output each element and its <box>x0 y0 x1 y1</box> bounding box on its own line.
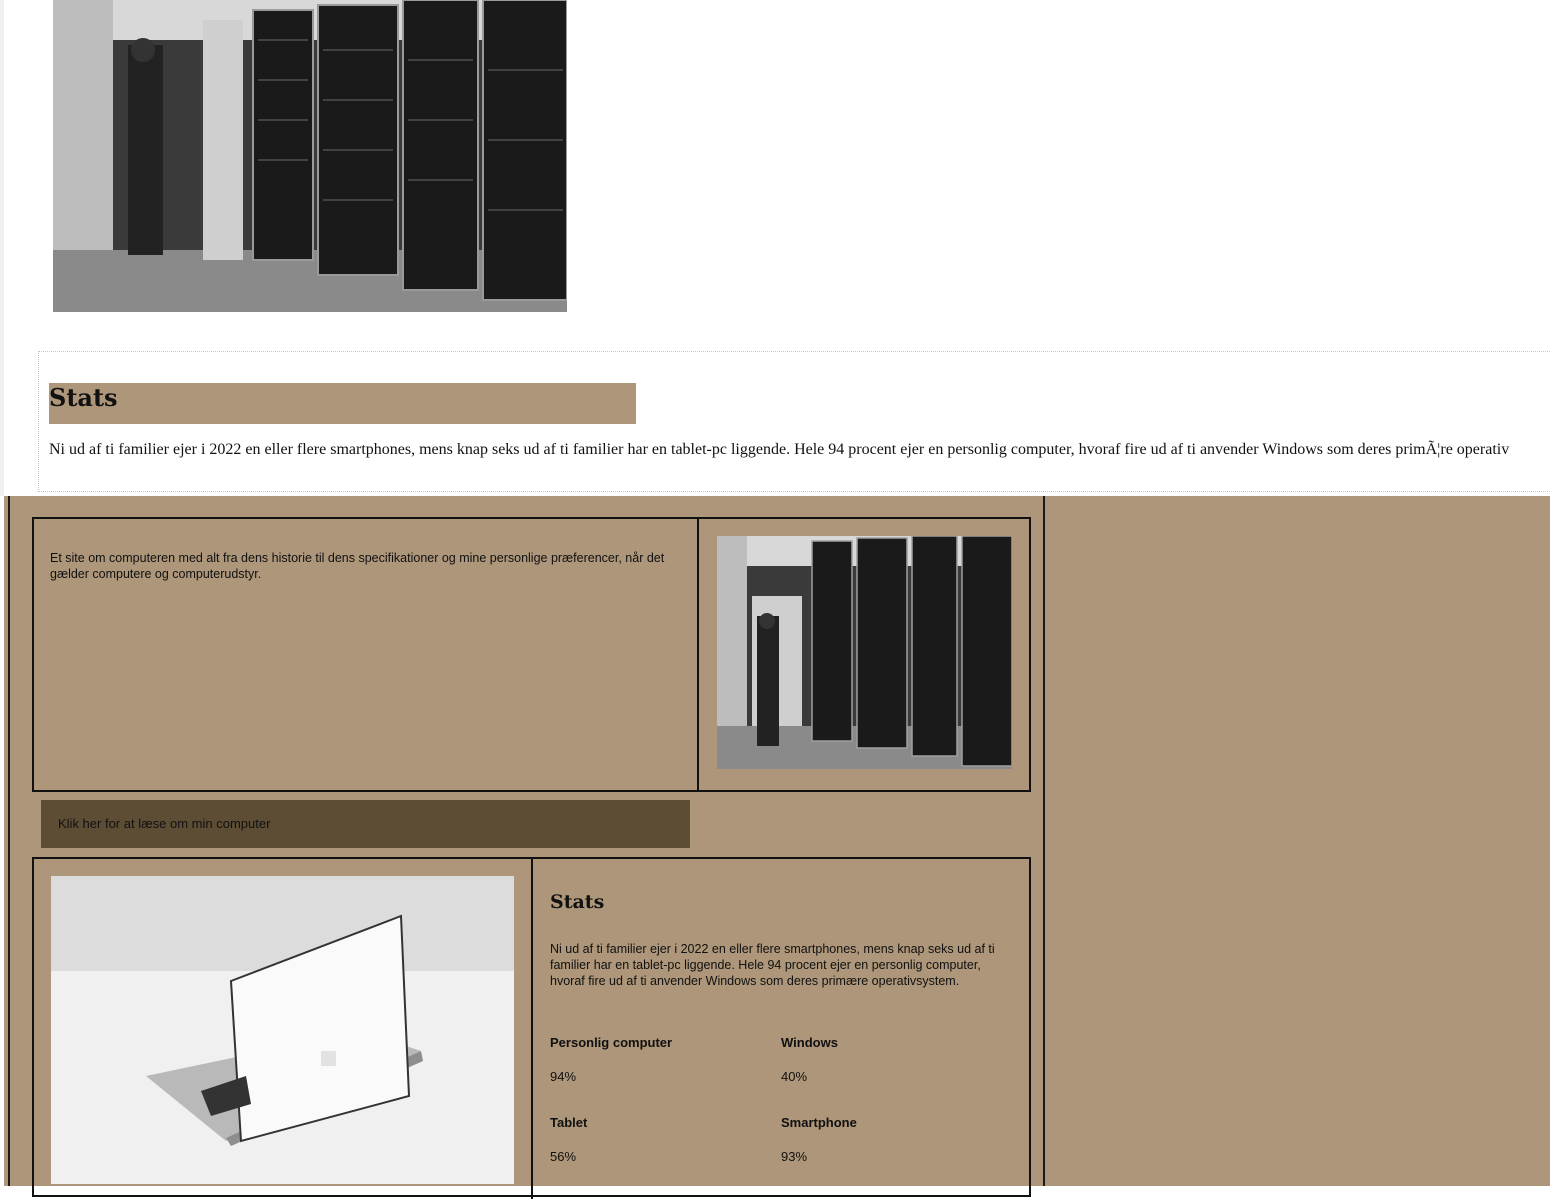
stats-box: Stats Ni ud af ti familier ejer i 2022 e… <box>32 857 1031 1199</box>
intro-mainframe-photo <box>717 536 1012 769</box>
stat-label-windows: Windows <box>781 1035 838 1050</box>
hero-mainframe-photo <box>53 0 567 312</box>
read-about-my-computer-button[interactable]: Klik her for at læse om min computer <box>41 800 690 848</box>
page-left-strip <box>0 0 4 496</box>
stat-label-tablet: Tablet <box>550 1115 588 1130</box>
stat-label-smartphone: Smartphone <box>781 1115 857 1130</box>
stats-text: Ni ud af ti familier ejer i 2022 en elle… <box>550 942 995 988</box>
stats-top-heading: Stats <box>49 383 636 424</box>
stat-value-tablet: 56% <box>550 1149 577 1164</box>
main-content-area: Et site om computeren med alt fra dens h… <box>4 496 1550 1199</box>
intro-box: Et site om computeren med alt fra dens h… <box>32 517 1031 792</box>
stat-value-windows: 40% <box>781 1069 808 1084</box>
stats-heading: Stats <box>550 891 605 913</box>
stat-value-personal-computer: 94% <box>550 1069 577 1084</box>
laptop-photo <box>51 876 514 1184</box>
stats-divider <box>531 859 533 1199</box>
stat-label-personal-computer: Personlig computer <box>550 1035 673 1050</box>
stat-value-smartphone: 93% <box>781 1149 808 1164</box>
main-column: Et site om computeren med alt fra dens h… <box>8 496 1045 1199</box>
stats-top-text: Ni ud af ti familier ejer i 2022 en elle… <box>49 441 1510 458</box>
intro-text: Et site om computeren med alt fra dens h… <box>50 551 665 581</box>
intro-divider <box>697 519 699 790</box>
stats-section-top: Stats Ni ud af ti familier ejer i 2022 e… <box>38 351 1550 492</box>
